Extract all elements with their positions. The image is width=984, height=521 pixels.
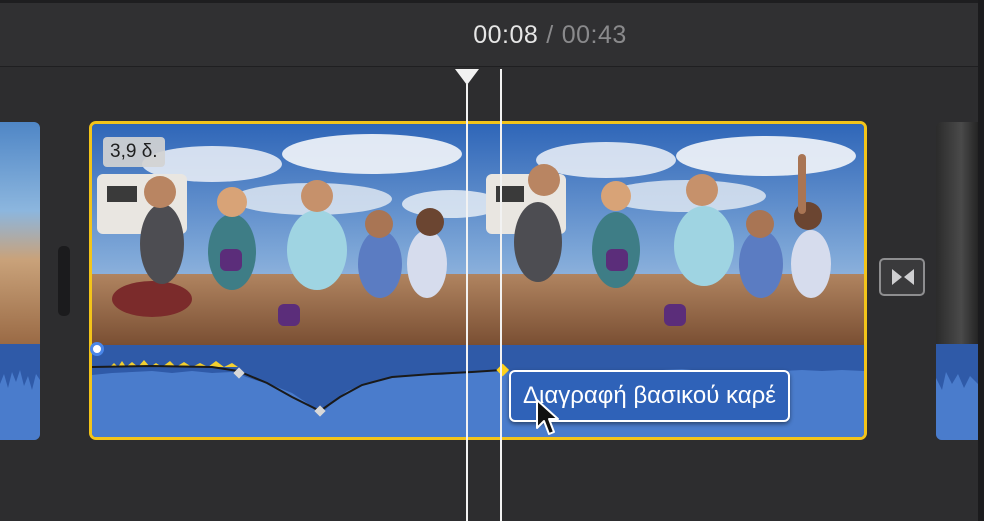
arrow-cursor-icon	[536, 399, 559, 435]
transition-icon[interactable]	[879, 258, 925, 296]
delete-keyframe-label: Διαγραφή βασικού καρέ	[523, 382, 776, 409]
window-edge	[978, 0, 984, 521]
timecode-display: 00:08/00:43	[0, 21, 984, 50]
clip-duration-badge: 3,9 δ.	[103, 137, 165, 167]
viewer-toolbar: 00:08/00:43	[0, 0, 984, 67]
time-separator: /	[546, 21, 554, 49]
previous-clip-thumbnail	[0, 122, 40, 344]
next-clip-audio	[936, 344, 978, 440]
clip-filmstrip-frame	[486, 124, 864, 345]
current-time: 00:08	[473, 21, 539, 49]
next-clip-thumbnail	[936, 122, 978, 344]
clip-trim-handle[interactable]	[58, 246, 70, 316]
playhead-icon[interactable]	[455, 69, 479, 85]
total-time: 00:43	[561, 21, 627, 49]
skimmer-line	[500, 69, 502, 521]
previous-clip-audio	[0, 344, 40, 440]
next-clip[interactable]	[936, 122, 978, 440]
volume-keyframe-handle[interactable]	[90, 342, 104, 356]
previous-clip[interactable]	[0, 122, 40, 440]
playhead-line[interactable]	[466, 84, 468, 521]
